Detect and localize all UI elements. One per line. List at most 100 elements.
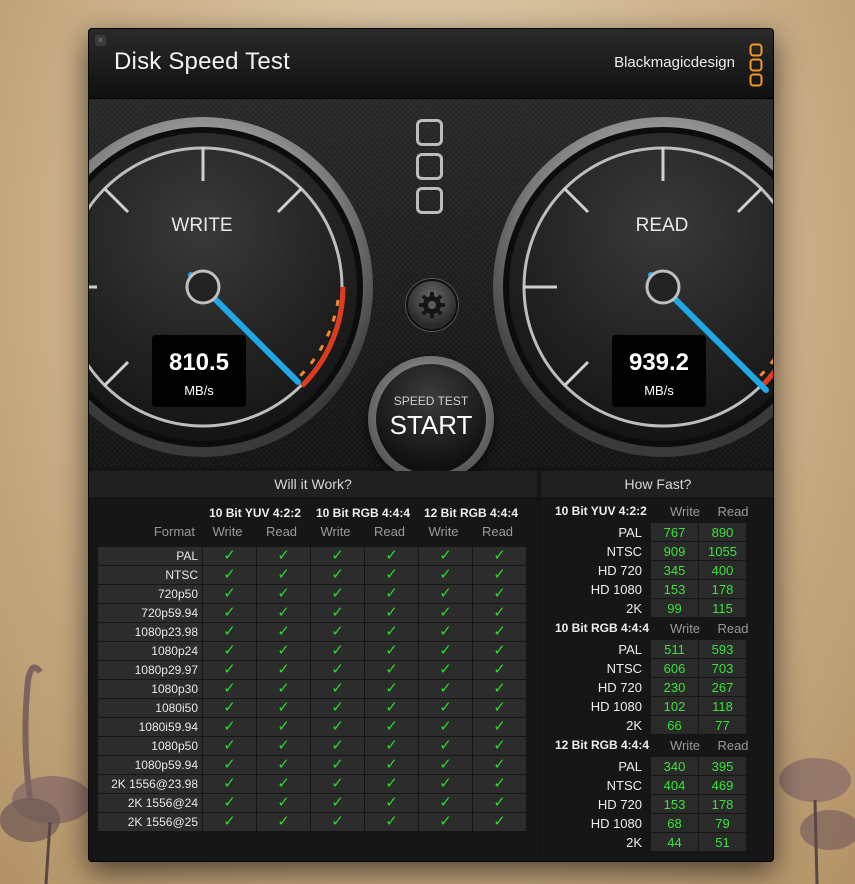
settings-button[interactable] — [406, 279, 458, 331]
checkmark-icon: ✓ — [257, 547, 310, 565]
table-row: HD 720 153 178 — [562, 795, 746, 813]
checkmark-icon: ✓ — [311, 661, 364, 679]
checkmark-icon: ✓ — [257, 794, 310, 812]
checkmark-icon: ✓ — [311, 756, 364, 774]
checkmark-icon: ✓ — [257, 718, 310, 736]
checkmark-icon: ✓ — [311, 813, 364, 831]
checkmark-icon: ✓ — [257, 680, 310, 698]
table-row: HD 1080 102 118 — [562, 697, 746, 715]
checkmark-icon: ✓ — [311, 737, 364, 755]
write-speed-unit: MB/s — [184, 383, 214, 398]
table-row: 2K 44 51 — [562, 833, 746, 851]
read-gauge — [493, 117, 773, 457]
hf-format-label: NTSC — [606, 660, 642, 676]
format-label: 1080p50 — [98, 737, 202, 755]
checkmark-icon: ✓ — [365, 794, 418, 812]
checkmark-icon: ✓ — [203, 680, 256, 698]
checkmark-icon: ✓ — [311, 680, 364, 698]
write-readout: 810.5 MB/s — [152, 335, 246, 407]
checkmark-icon: ✓ — [257, 737, 310, 755]
table-row: 2K 99 115 — [562, 599, 746, 617]
hf-read-value: 1055 — [699, 542, 746, 560]
ww-sub-header: Write — [320, 524, 351, 539]
ww-sub-header: Write — [428, 524, 459, 539]
checkmark-icon: ✓ — [419, 623, 472, 641]
checkmark-icon: ✓ — [419, 547, 472, 565]
checkmark-icon: ✓ — [365, 585, 418, 603]
format-label: 1080p30 — [98, 680, 202, 698]
checkmark-icon: ✓ — [419, 566, 472, 584]
how-fast-table: PAL 511 593 NTSC 606 703 HD 720 230 267 HD 1080 10… — [561, 639, 747, 735]
checkmark-icon: ✓ — [257, 642, 310, 660]
checkmark-icon: ✓ — [473, 661, 526, 679]
speed-test-start-button[interactable]: SPEED TEST START — [368, 356, 494, 482]
brand-name: Blackmagicdesign — [614, 54, 735, 71]
table-row: 1080p30 ✓ ✓ ✓ ✓ ✓ ✓ — [98, 680, 526, 698]
checkmark-icon: ✓ — [365, 718, 418, 736]
hf-read-value: 51 — [699, 833, 746, 851]
format-label: NTSC — [98, 566, 202, 584]
checkmark-icon: ✓ — [473, 794, 526, 812]
checkmark-icon: ✓ — [203, 794, 256, 812]
hf-read-header: Read — [717, 504, 749, 519]
hf-read-header: Read — [717, 621, 749, 636]
write-label: WRITE — [171, 215, 233, 236]
checkmark-icon: ✓ — [203, 813, 256, 831]
checkmark-icon: ✓ — [203, 566, 256, 584]
table-row: NTSC 606 703 — [562, 659, 746, 677]
hf-read-value: 178 — [699, 795, 746, 813]
gauge-area: WRITE 810.5 MB/s READ 939.2 MB/s SPEED T… — [89, 99, 773, 482]
format-column-header: Format — [153, 524, 195, 539]
read-speed-value: 939.2 — [628, 349, 690, 376]
blackmagic-logo-icon — [749, 43, 763, 87]
table-row: NTSC 909 1055 — [562, 542, 746, 560]
table-row: NTSC ✓ ✓ ✓ ✓ ✓ ✓ — [98, 566, 526, 584]
table-row: 1080p24 ✓ ✓ ✓ ✓ ✓ ✓ — [98, 642, 526, 660]
hf-format-label: HD 1080 — [590, 815, 642, 831]
hf-write-value: 68 — [651, 814, 698, 832]
hf-read-value: 118 — [699, 697, 746, 715]
checkmark-icon: ✓ — [473, 547, 526, 565]
table-row: PAL 340 395 — [562, 757, 746, 775]
will-it-work-panel: 10 Bit YUV 4:2:2 10 Bit RGB 4:4:4 12 Bit… — [89, 499, 537, 861]
checkmark-icon: ✓ — [257, 604, 310, 622]
hf-write-value: 345 — [651, 561, 698, 579]
format-label: 1080p29.97 — [98, 661, 202, 679]
background-flamingo-left — [0, 664, 90, 884]
background-flamingo-right — [779, 758, 855, 884]
read-speed-unit: MB/s — [644, 383, 674, 398]
checkmark-icon: ✓ — [203, 737, 256, 755]
close-button[interactable]: × — [95, 35, 106, 46]
hf-format-label: NTSC — [606, 777, 642, 793]
table-row: PAL 767 890 — [562, 523, 746, 541]
hf-format-label: HD 720 — [597, 796, 642, 812]
slot-icon — [416, 119, 443, 146]
checkmark-icon: ✓ — [473, 756, 526, 774]
checkmark-icon: ✓ — [365, 813, 418, 831]
format-label: 720p50 — [98, 585, 202, 603]
checkmark-icon: ✓ — [311, 623, 364, 641]
checkmark-icon: ✓ — [473, 737, 526, 755]
checkmark-icon: ✓ — [257, 566, 310, 584]
table-row: NTSC 404 469 — [562, 776, 746, 794]
hf-group-title: 10 Bit RGB 4:4:4 — [555, 621, 650, 635]
checkmark-icon: ✓ — [419, 604, 472, 622]
checkmark-icon: ✓ — [419, 813, 472, 831]
checkmark-icon: ✓ — [473, 604, 526, 622]
table-row: 1080p50 ✓ ✓ ✓ ✓ ✓ ✓ — [98, 737, 526, 755]
table-row: 1080p59.94 ✓ ✓ ✓ ✓ ✓ ✓ — [98, 756, 526, 774]
how-fast-panel: 10 Bit YUV 4:2:2 Write Read PAL 767 890 NTSC 90… — [541, 499, 773, 861]
checkmark-icon: ✓ — [311, 585, 364, 603]
hf-format-label: NTSC — [606, 543, 642, 559]
hf-read-value: 178 — [699, 580, 746, 598]
checkmark-icon: ✓ — [473, 775, 526, 793]
start-button-face: SPEED TEST START — [376, 364, 486, 474]
table-row: HD 720 230 267 — [562, 678, 746, 696]
checkmark-icon: ✓ — [257, 623, 310, 641]
checkmark-icon: ✓ — [473, 718, 526, 736]
hf-read-value: 115 — [699, 599, 746, 617]
checkmark-icon: ✓ — [203, 661, 256, 679]
format-label: 2K 1556@25 — [98, 813, 202, 831]
hf-format-label: PAL — [618, 524, 642, 540]
hf-write-value: 511 — [651, 640, 698, 658]
